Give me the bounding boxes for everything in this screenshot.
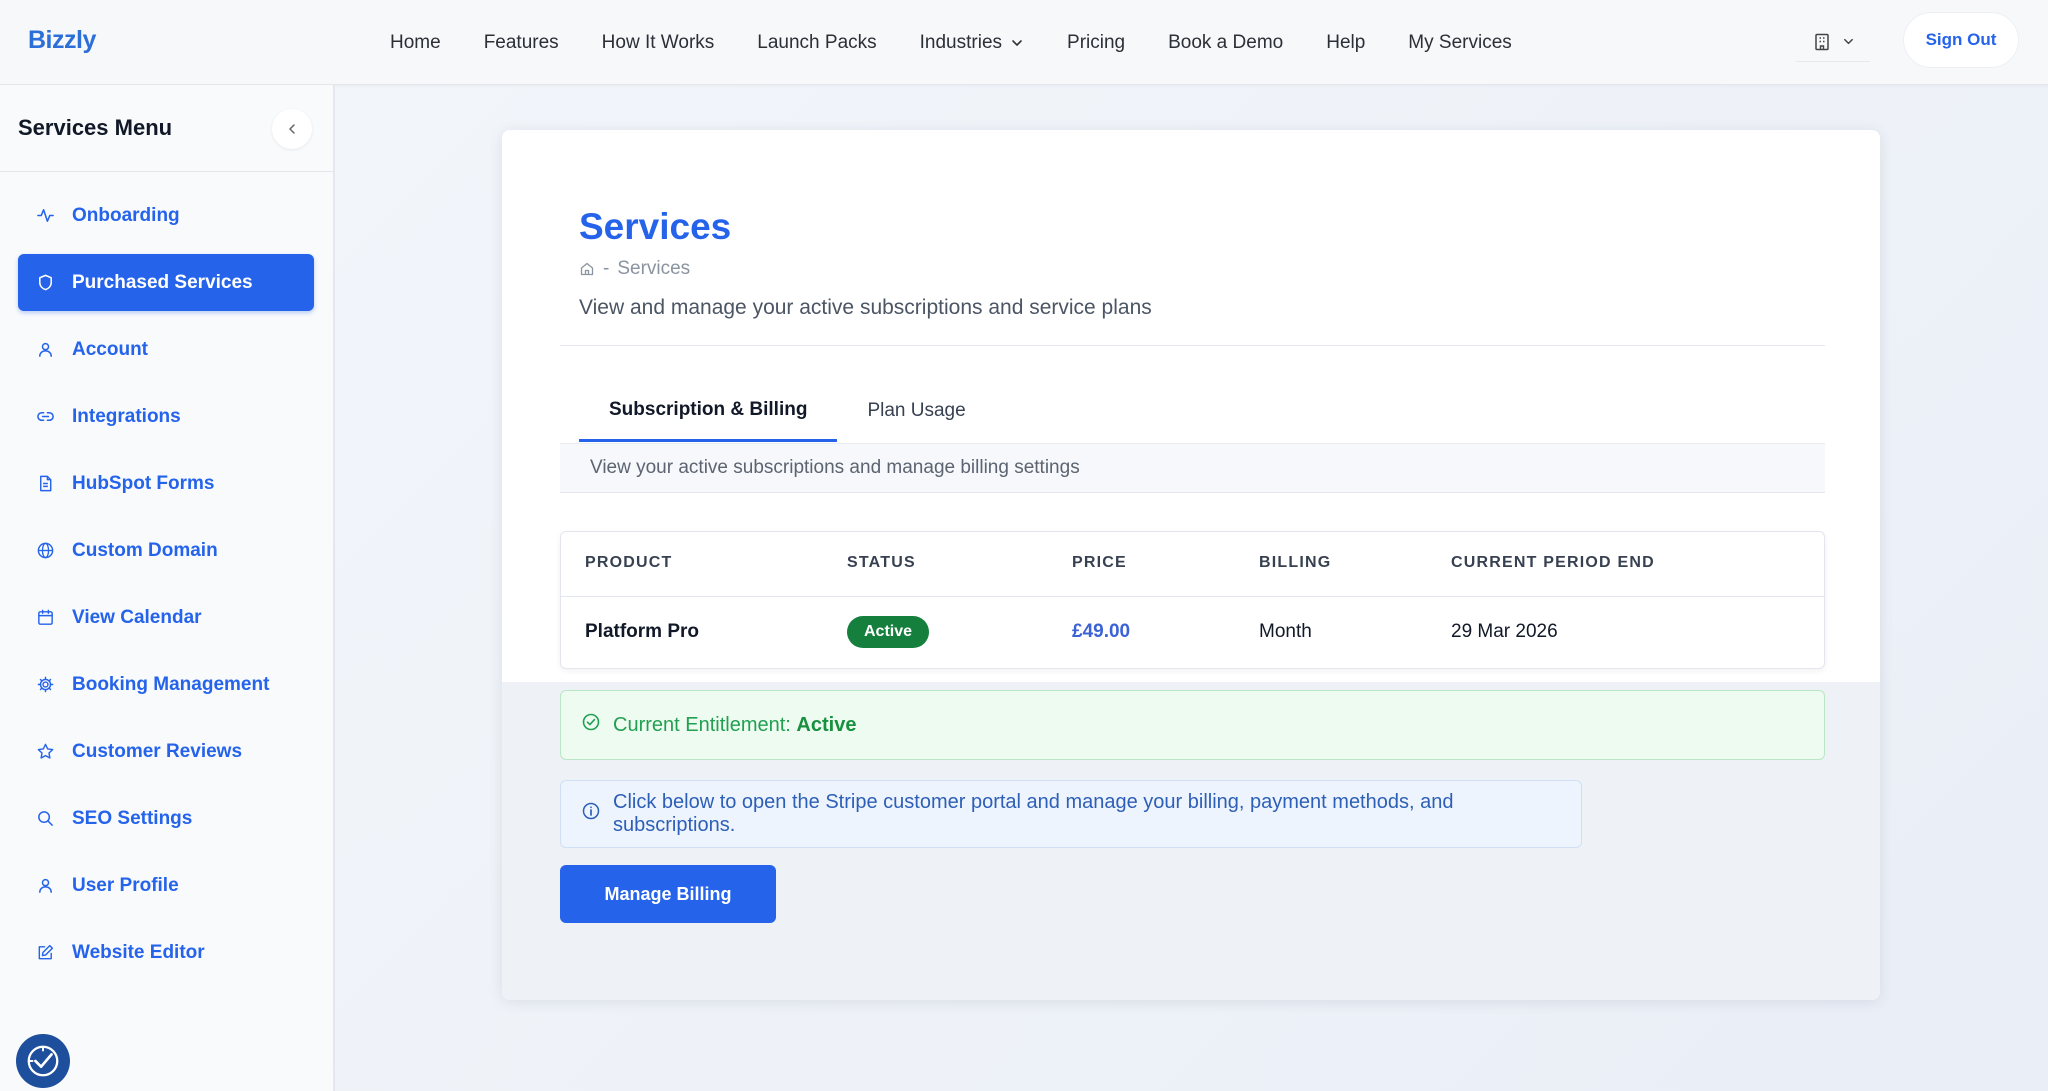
table-header: PRODUCT STATUS PRICE BILLING CURRENT PER… <box>561 532 1824 597</box>
nav-pricing[interactable]: Pricing <box>1067 32 1125 54</box>
calendar-icon <box>38 609 53 625</box>
cell-product: Platform Pro <box>585 621 700 642</box>
chevron-left-icon <box>289 124 295 134</box>
services-sidebar: Services Menu Onboarding Purchased Servi… <box>0 85 335 1091</box>
entitlement-label: Current Entitlement: <box>613 713 791 736</box>
chevron-down-icon <box>1843 38 1853 45</box>
column-header-product: PRODUCT <box>585 554 673 571</box>
subscriptions-table: PRODUCT STATUS PRICE BILLING CURRENT PER… <box>560 531 1825 669</box>
tab-subscription-billing[interactable]: Subscription & Billing <box>579 380 838 442</box>
sidebar-item-view-calendar[interactable]: View Calendar <box>18 589 314 646</box>
sidebar-item-label: Account <box>72 338 148 360</box>
sidebar-item-booking-management[interactable]: Booking Management <box>18 656 314 713</box>
top-navigation-bar: Bizzly Home Features How It Works Launch… <box>0 0 2048 85</box>
sidebar-item-account[interactable]: Account <box>18 321 314 378</box>
sidebar-item-label: Custom Domain <box>72 539 218 561</box>
breadcrumb: - Services <box>579 258 690 280</box>
sidebar-item-user-profile[interactable]: User Profile <box>18 857 314 914</box>
entitlement-value: Active <box>796 713 857 736</box>
link-icon <box>37 411 54 422</box>
collapse-sidebar-button[interactable] <box>272 109 312 149</box>
column-header-period-end: CURRENT PERIOD END <box>1451 554 1655 571</box>
tab-description: View your active subscriptions and manag… <box>560 443 1825 493</box>
check-circle-icon <box>582 713 600 731</box>
nav-launch-packs[interactable]: Launch Packs <box>757 32 876 54</box>
globe-icon <box>37 542 54 559</box>
sign-out-button[interactable]: Sign Out <box>1903 12 2019 68</box>
sidebar-item-label: Purchased Services <box>72 271 253 293</box>
nav-my-services[interactable]: My Services <box>1408 32 1511 54</box>
nav-industries[interactable]: Industries <box>920 32 1024 54</box>
shield-icon <box>39 274 52 291</box>
accessibility-check-icon <box>27 1045 59 1077</box>
nav-home[interactable]: Home <box>390 32 441 54</box>
breadcrumb-separator: - <box>603 258 610 279</box>
sidebar-item-label: Booking Management <box>72 673 270 695</box>
sidebar-menu: Onboarding Purchased Services Account In… <box>18 187 314 991</box>
sidebar-item-website-editor[interactable]: Website Editor <box>18 924 314 981</box>
sidebar-item-purchased-services[interactable]: Purchased Services <box>18 254 314 311</box>
status-badge: Active <box>847 616 930 648</box>
sidebar-item-label: Website Editor <box>72 941 205 963</box>
info-icon <box>582 802 600 820</box>
nav-help[interactable]: Help <box>1326 32 1365 54</box>
sidebar-item-label: View Calendar <box>72 606 202 628</box>
sidebar-item-integrations[interactable]: Integrations <box>18 388 314 445</box>
sidebar-item-customer-reviews[interactable]: Customer Reviews <box>18 723 314 780</box>
sidebar-item-custom-domain[interactable]: Custom Domain <box>18 522 314 579</box>
star-icon <box>37 743 54 759</box>
sidebar-item-label: Integrations <box>72 405 181 427</box>
user-icon <box>39 342 52 357</box>
nav-how-it-works[interactable]: How It Works <box>602 32 715 54</box>
nav-features[interactable]: Features <box>484 32 559 54</box>
building-icon <box>1814 33 1829 50</box>
column-header-billing: BILLING <box>1259 554 1332 571</box>
page-title: Services <box>579 206 732 247</box>
manage-billing-button[interactable]: Manage Billing <box>560 865 776 923</box>
sidebar-header: Services Menu <box>0 85 333 172</box>
services-card: Services - Services View and manage your… <box>502 130 1880 1000</box>
sidebar-item-label: Customer Reviews <box>72 740 243 762</box>
sidebar-item-label: Onboarding <box>72 204 180 226</box>
user-icon <box>39 878 52 893</box>
nav-industries-label: Industries <box>919 31 1003 53</box>
column-header-status: STATUS <box>847 554 916 571</box>
page-subtitle: View and manage your active subscription… <box>579 296 1152 319</box>
activity-icon <box>37 209 54 222</box>
bizzly-logo[interactable]: Bizzly <box>28 26 96 55</box>
entitlement-text: Current Entitlement: Active <box>613 714 856 737</box>
main-nav: Home Features How It Works Launch Packs … <box>390 0 1555 85</box>
cell-period-end: 29 Mar 2026 <box>1451 621 1558 642</box>
home-icon[interactable] <box>579 261 595 277</box>
services-tabs: Subscription & Billing Plan Usage <box>579 380 996 442</box>
gear-icon <box>37 676 54 693</box>
edit-icon <box>38 944 54 960</box>
billing-info-text: Click below to open the Stripe customer … <box>613 791 1454 836</box>
sidebar-item-label: User Profile <box>72 874 179 896</box>
accessibility-widget-button[interactable] <box>16 1034 70 1088</box>
sidebar-item-seo-settings[interactable]: SEO Settings <box>18 790 314 847</box>
breadcrumb-current: Services <box>617 258 691 279</box>
sidebar-title: Services Menu <box>18 115 173 140</box>
cell-price: £49.00 <box>1072 621 1131 642</box>
sidebar-item-onboarding[interactable]: Onboarding <box>18 187 314 244</box>
entitlement-alert: Current Entitlement: Active <box>560 690 1825 760</box>
column-header-price: PRICE <box>1072 554 1127 571</box>
sidebar-item-hubspot-forms[interactable]: HubSpot Forms <box>18 455 314 512</box>
nav-book-a-demo[interactable]: Book a Demo <box>1168 32 1283 54</box>
chevron-down-icon <box>1012 39 1022 46</box>
tab-plan-usage[interactable]: Plan Usage <box>837 380 995 442</box>
search-icon <box>38 811 53 826</box>
table-row: Platform Pro Active £49.00 Month 29 Mar … <box>561 597 1824 669</box>
organization-switcher[interactable] <box>1796 22 1870 62</box>
billing-info-alert: Click below to open the Stripe customer … <box>560 780 1582 848</box>
cell-billing: Month <box>1259 621 1312 642</box>
sidebar-item-label: SEO Settings <box>72 807 193 829</box>
document-icon <box>40 475 52 492</box>
header-divider <box>560 345 1825 346</box>
sidebar-item-label: HubSpot Forms <box>72 472 215 494</box>
